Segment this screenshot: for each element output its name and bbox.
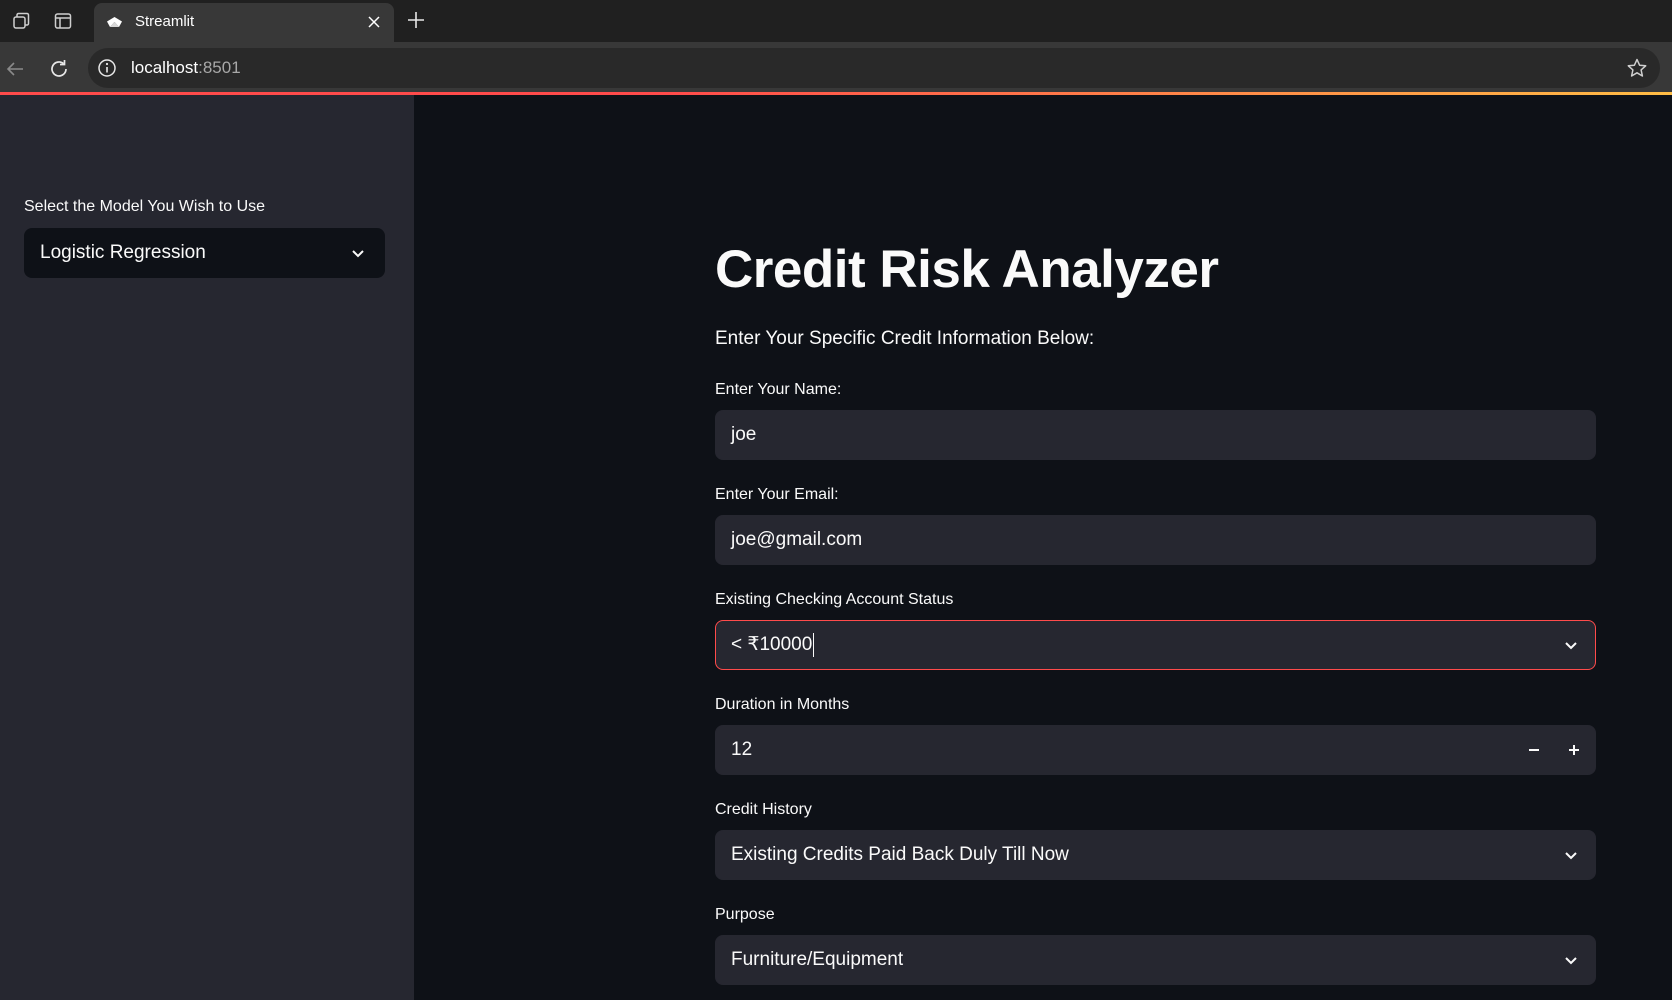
page-title: Credit Risk Analyzer	[715, 240, 1219, 299]
close-icon[interactable]	[364, 12, 384, 32]
email-input[interactable]: joe@gmail.com	[715, 515, 1596, 565]
back-arrow-icon[interactable]	[0, 54, 30, 84]
model-select[interactable]: Logistic Regression	[24, 228, 385, 278]
checking-status-text: < ₹10000	[731, 634, 813, 655]
address-bar[interactable]: localhost:8501	[88, 48, 1660, 88]
name-input[interactable]: joe	[715, 410, 1596, 460]
name-label: Enter Your Name:	[715, 381, 842, 398]
browser-tab[interactable]: Streamlit	[94, 3, 394, 42]
tab-title: Streamlit	[135, 13, 195, 30]
browser-tab-bar: Streamlit	[0, 0, 1672, 42]
model-select-value: Logistic Regression	[40, 242, 206, 263]
main-content: Credit Risk Analyzer Enter Your Specific…	[414, 95, 1672, 1000]
email-input-value: joe@gmail.com	[731, 529, 863, 550]
duration-label: Duration in Months	[715, 696, 850, 713]
url-text[interactable]: localhost:8501	[131, 57, 241, 79]
minus-icon[interactable]	[1522, 738, 1546, 762]
streamlit-favicon	[106, 15, 123, 29]
checking-status-select[interactable]: < ₹10000	[715, 620, 1596, 670]
duration-number-input[interactable]: 12	[715, 725, 1596, 775]
purpose-label: Purpose	[715, 906, 775, 923]
info-icon[interactable]	[97, 58, 117, 78]
credit-history-select[interactable]: Existing Credits Paid Back Duly Till Now	[715, 830, 1596, 880]
page-subtitle: Enter Your Specific Credit Information B…	[715, 328, 1095, 349]
purpose-select[interactable]: Furniture/Equipment	[715, 935, 1596, 985]
chevron-down-icon	[349, 244, 367, 262]
url-host: localhost	[131, 58, 199, 77]
duration-value: 12	[731, 739, 753, 760]
browser-toolbar: localhost:8501	[0, 42, 1672, 94]
sidebar: Select the Model You Wish to Use Logisti…	[0, 95, 414, 1000]
name-input-value: joe	[731, 424, 757, 445]
chevron-down-icon	[1562, 951, 1580, 969]
chevron-down-icon	[1562, 636, 1580, 654]
model-select-label: Select the Model You Wish to Use	[24, 198, 266, 215]
chevron-down-icon	[1562, 846, 1580, 864]
checking-status-value: < ₹10000	[731, 633, 815, 657]
plus-icon[interactable]	[1562, 738, 1586, 762]
credit-history-label: Credit History	[715, 801, 812, 818]
refresh-icon[interactable]	[44, 54, 74, 84]
tab-actions-icon[interactable]	[8, 8, 34, 34]
text-caret	[813, 633, 815, 657]
credit-history-value: Existing Credits Paid Back Duly Till Now	[731, 844, 1069, 865]
vertical-tabs-icon[interactable]	[50, 8, 76, 34]
email-label: Enter Your Email:	[715, 486, 839, 503]
url-port: :8501	[198, 58, 241, 77]
plus-icon[interactable]	[402, 6, 430, 34]
star-icon[interactable]	[1626, 57, 1648, 79]
checking-status-label: Existing Checking Account Status	[715, 591, 954, 608]
purpose-value: Furniture/Equipment	[731, 949, 904, 970]
